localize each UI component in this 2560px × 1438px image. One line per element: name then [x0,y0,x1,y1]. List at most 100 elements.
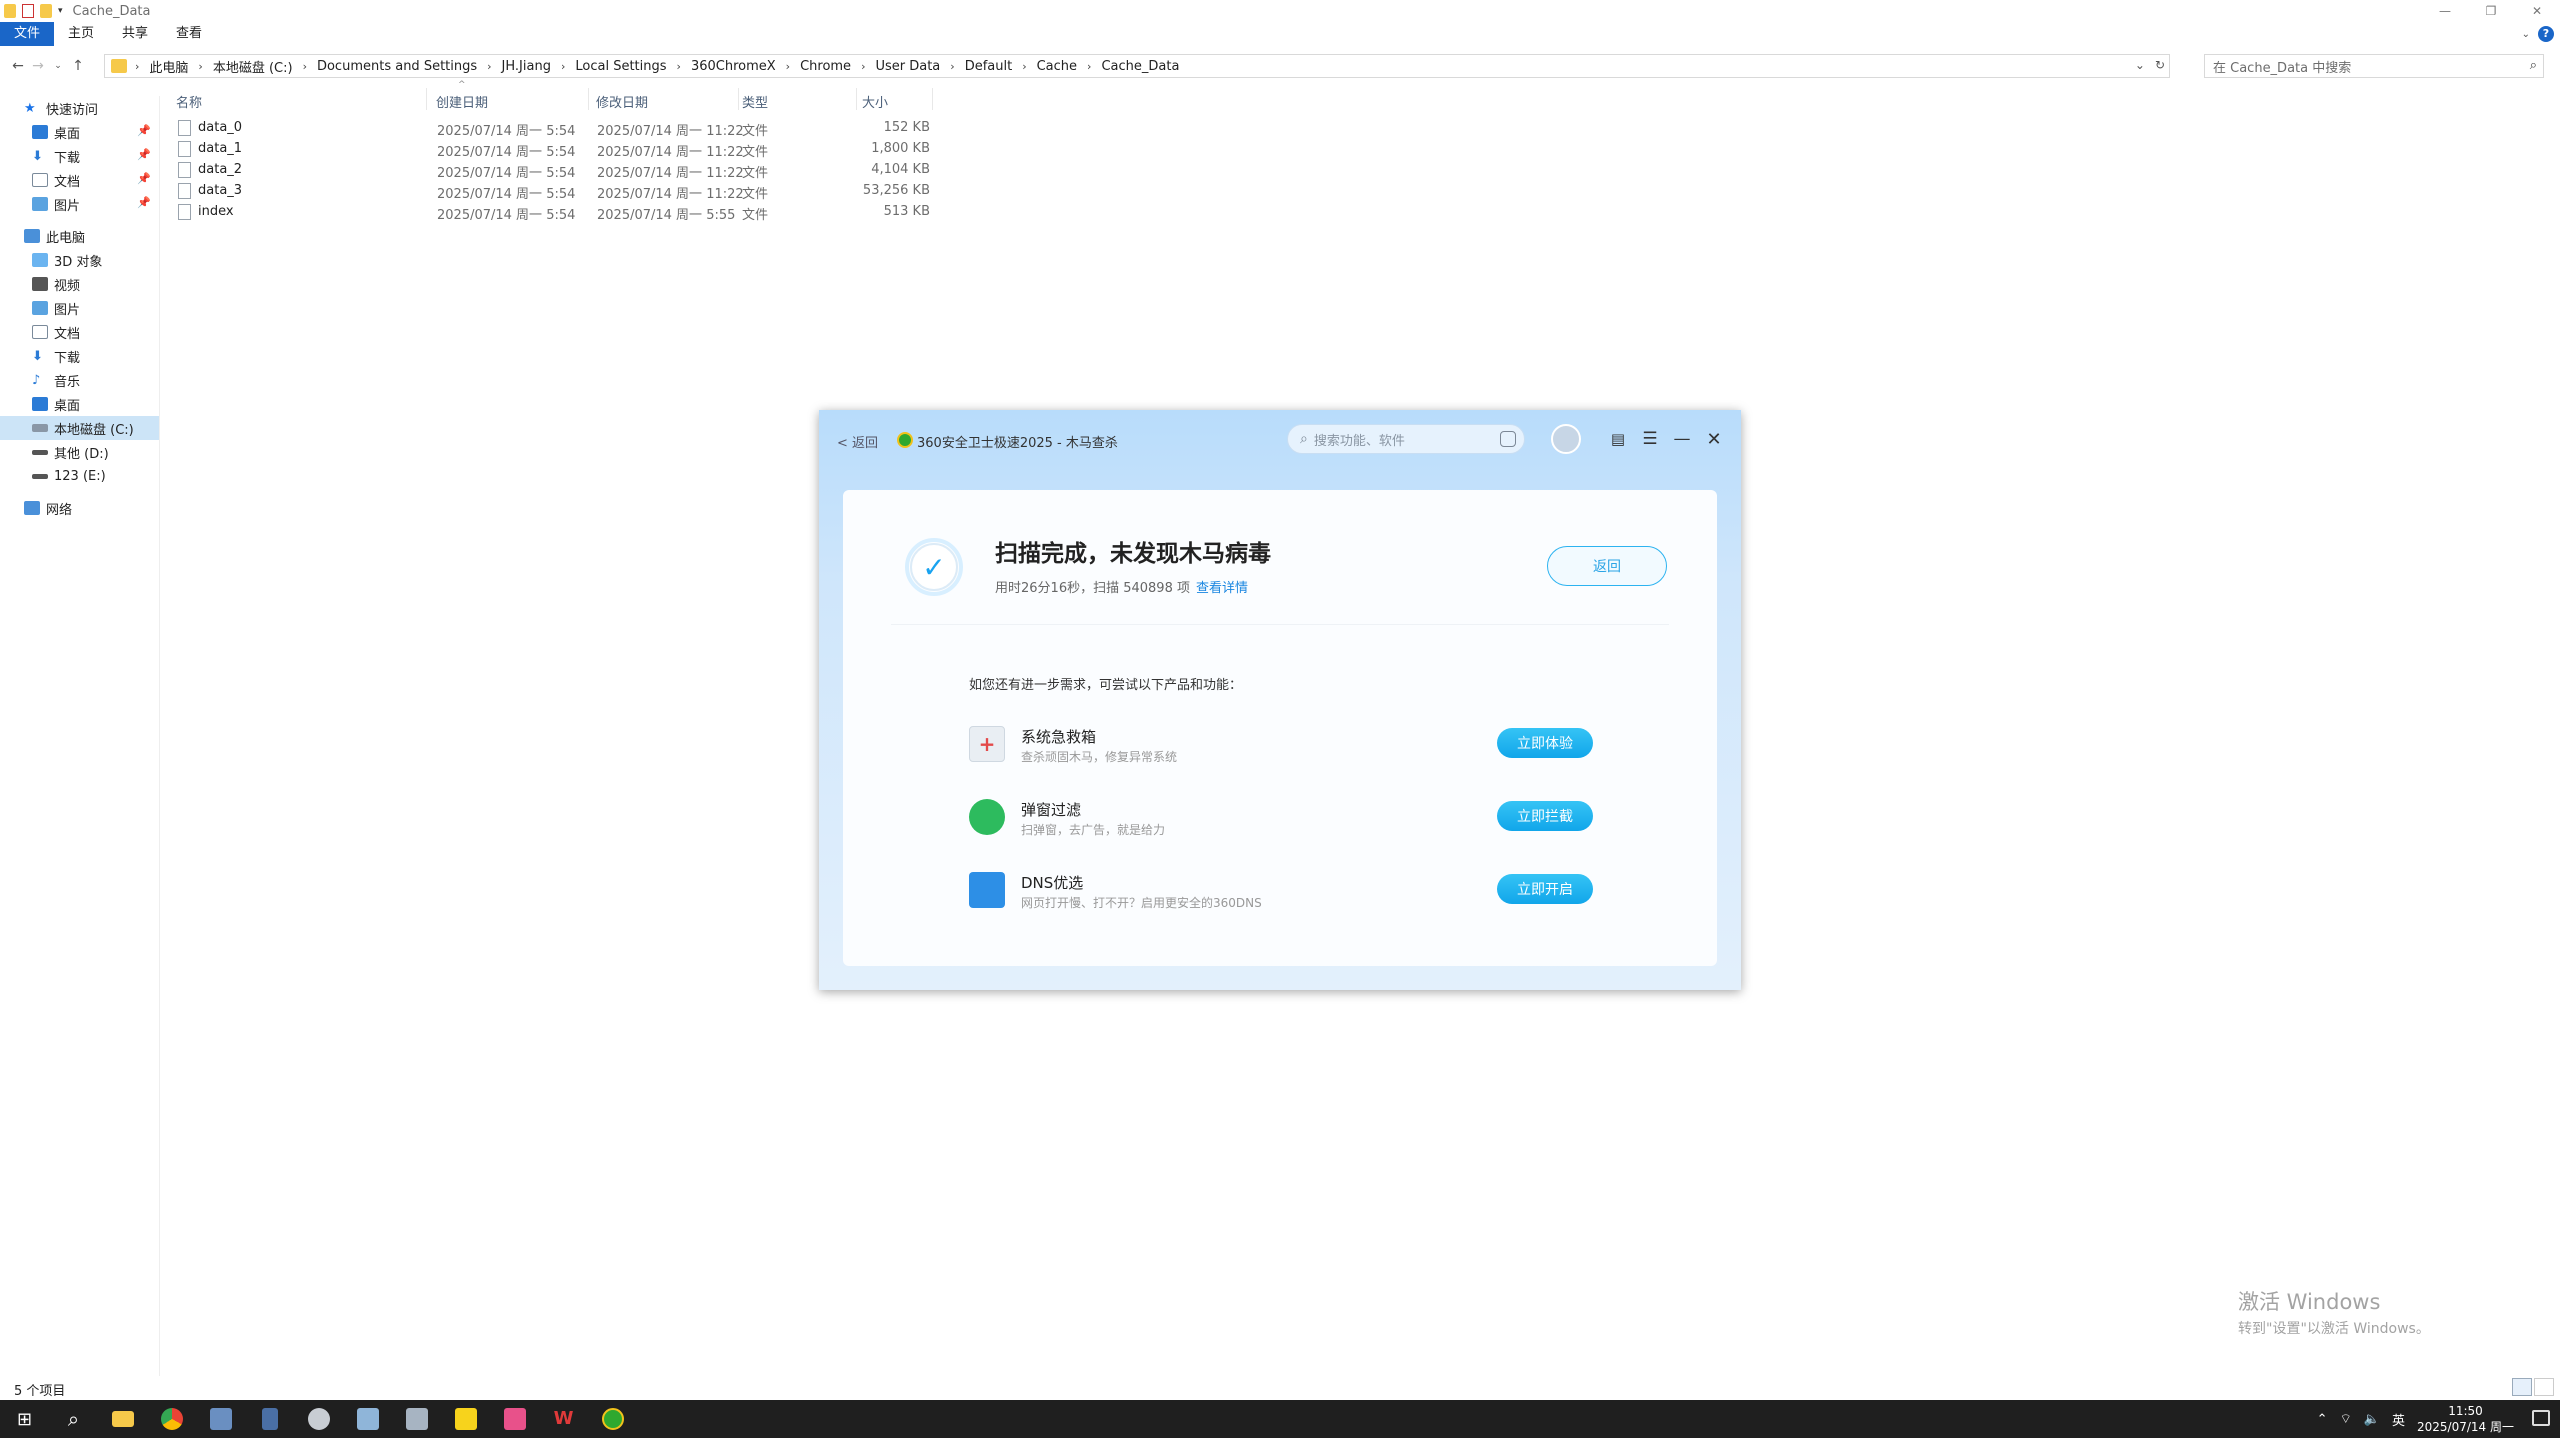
volume-icon[interactable]: 🔈 [2364,1412,2380,1427]
dialog-close-button[interactable]: ✕ [1701,426,1727,452]
crumb-user[interactable]: JH.Jiang [496,59,557,74]
sidebar-quick-access[interactable]: ★ 快速访问 [0,96,159,120]
pin-icon[interactable]: 📌 [137,124,151,137]
refresh-icon[interactable]: ↻ [2155,58,2165,72]
column-modified[interactable]: 修改日期 [596,92,648,111]
search-icon[interactable]: ⌕ [2530,58,2537,73]
taskbar-app-6[interactable] [294,1400,343,1438]
sidebar-item-videos[interactable]: 视频 [0,272,159,296]
return-button[interactable]: 返回 [1547,546,1667,586]
minimize-button[interactable]: — [2422,0,2468,22]
crumb-360chromex[interactable]: 360ChromeX [685,59,782,74]
dialog-search-input[interactable]: ⌕ 搜索功能、软件 [1287,424,1525,454]
sidebar-item-pc-desktop[interactable]: 桌面 [0,392,159,416]
crumb-chrome[interactable]: Chrome [794,59,857,74]
column-divider[interactable] [738,88,739,110]
sidebar-item-e-drive[interactable]: 123 (E:) [0,464,159,488]
close-button[interactable]: ✕ [2514,0,2560,22]
taskbar-calculator[interactable] [245,1400,294,1438]
column-type[interactable]: 类型 [742,92,768,111]
file-row[interactable]: index 2025/07/14 周一 5:54 2025/07/14 周一 5… [160,201,960,223]
menu-icon[interactable]: ☰ [1637,426,1663,452]
back-arrow-icon[interactable]: ← [8,58,28,74]
sidebar-item-pc-pictures[interactable]: 图片 [0,296,159,320]
clock[interactable]: 11:50 2025/07/14 周一 [2417,1403,2514,1435]
pin-icon[interactable]: 📌 [137,196,151,209]
taskbar-360[interactable] [588,1400,637,1438]
crumb-user-data[interactable]: User Data [869,59,946,74]
column-divider[interactable] [588,88,589,110]
dialog-back-link[interactable]: < 返回 [837,432,878,451]
sidebar-item-d-drive[interactable]: 其他 (D:) [0,440,159,464]
column-divider[interactable] [856,88,857,110]
taskbar-app-4[interactable] [196,1400,245,1438]
block-now-button[interactable]: 立即拦截 [1497,801,1593,831]
network-icon[interactable]: ⌔ [2340,1411,2352,1427]
restore-button[interactable]: ❐ [2468,0,2514,22]
view-details-link[interactable]: 查看详情 [1196,581,1248,596]
sidebar-item-downloads[interactable]: ⬇ 下载 📌 [0,144,159,168]
tab-share[interactable]: 共享 [108,22,162,46]
file-row[interactable]: data_2 2025/07/14 周一 5:54 2025/07/14 周一 … [160,159,960,181]
shield-icon[interactable] [1500,431,1516,447]
taskbar-app-7[interactable] [343,1400,392,1438]
properties-icon[interactable] [22,4,34,18]
column-divider[interactable] [932,88,933,110]
crumb-documents-settings[interactable]: Documents and Settings [311,59,483,74]
crumb-default[interactable]: Default [959,59,1019,74]
taskbar-app-10[interactable] [490,1400,539,1438]
tab-view[interactable]: 查看 [162,22,216,46]
recent-locations-icon[interactable]: ⌄ [48,61,68,71]
sidebar-item-pc-documents[interactable]: 文档 [0,320,159,344]
taskbar-app-8[interactable] [392,1400,441,1438]
file-row[interactable]: data_3 2025/07/14 周一 5:54 2025/07/14 周一 … [160,180,960,202]
taskbar-sticky-notes[interactable] [441,1400,490,1438]
sidebar-this-pc[interactable]: 此电脑 [0,224,159,248]
file-row[interactable]: data_0 2025/07/14 周一 5:54 2025/07/14 周一 … [160,117,960,139]
pin-icon[interactable]: 📌 [137,172,151,185]
ime-indicator[interactable]: 英 [2392,1410,2405,1429]
large-icons-view-button[interactable] [2534,1378,2554,1396]
taskbar-search-button[interactable]: ⌕ [49,1400,98,1438]
tab-home[interactable]: 主页 [54,22,108,46]
address-dropdown-icon[interactable]: ⌄ [2135,58,2145,72]
crumb-cache-data[interactable]: Cache_Data [1095,59,1185,74]
tab-file[interactable]: 文件 [0,22,55,46]
taskbar-wps[interactable]: W [539,1400,588,1438]
try-now-button[interactable]: 立即体验 [1497,728,1593,758]
pin-icon[interactable]: 📌 [137,148,151,161]
up-arrow-icon[interactable]: ↑ [68,58,88,74]
sidebar-item-pictures[interactable]: 图片 📌 [0,192,159,216]
column-size[interactable]: 大小 [862,92,888,111]
sidebar-item-pc-downloads[interactable]: ⬇ 下载 [0,344,159,368]
column-created[interactable]: 创建日期 [436,92,488,111]
help-icon[interactable]: ? [2538,26,2554,42]
crumb-c-drive[interactable]: 本地磁盘 (C:) [207,57,299,76]
crumb-local-settings[interactable]: Local Settings [569,59,672,74]
customize-toolbar-icon[interactable]: ▾ [58,6,63,16]
taskbar-file-explorer[interactable] [98,1400,147,1438]
sidebar-network[interactable]: 网络 [0,496,159,520]
file-row[interactable]: data_1 2025/07/14 周一 5:54 2025/07/14 周一 … [160,138,960,160]
sidebar-item-documents[interactable]: 文档 📌 [0,168,159,192]
search-input[interactable]: 在 Cache_Data 中搜索 ⌕ [2204,54,2544,78]
address-bar[interactable]: › 此电脑 › 本地磁盘 (C:) › Documents and Settings… [104,54,2170,78]
sidebar-item-c-drive[interactable]: 本地磁盘 (C:) [0,416,159,440]
new-folder-icon[interactable] [40,4,52,18]
crumb-cache[interactable]: Cache [1031,59,1083,74]
enable-now-button[interactable]: 立即开启 [1497,874,1593,904]
sidebar-item-3d-objects[interactable]: 3D 对象 [0,248,159,272]
chevron-up-icon[interactable]: ⌃ [2317,1412,2328,1427]
start-button[interactable]: ⊞ [0,1400,49,1438]
notification-icon[interactable] [2532,1410,2550,1426]
skin-icon[interactable]: ▤ [1605,426,1631,452]
column-name[interactable]: 名称 [176,92,202,111]
sidebar-item-desktop[interactable]: 桌面 📌 [0,120,159,144]
crumb-this-pc[interactable]: 此电脑 [143,57,194,76]
sidebar-item-music[interactable]: ♪ 音乐 [0,368,159,392]
avatar[interactable] [1551,424,1581,454]
column-divider[interactable] [426,88,427,110]
details-view-button[interactable] [2512,1378,2532,1396]
taskbar-browser[interactable] [147,1400,196,1438]
dialog-minimize-button[interactable]: — [1669,426,1695,452]
